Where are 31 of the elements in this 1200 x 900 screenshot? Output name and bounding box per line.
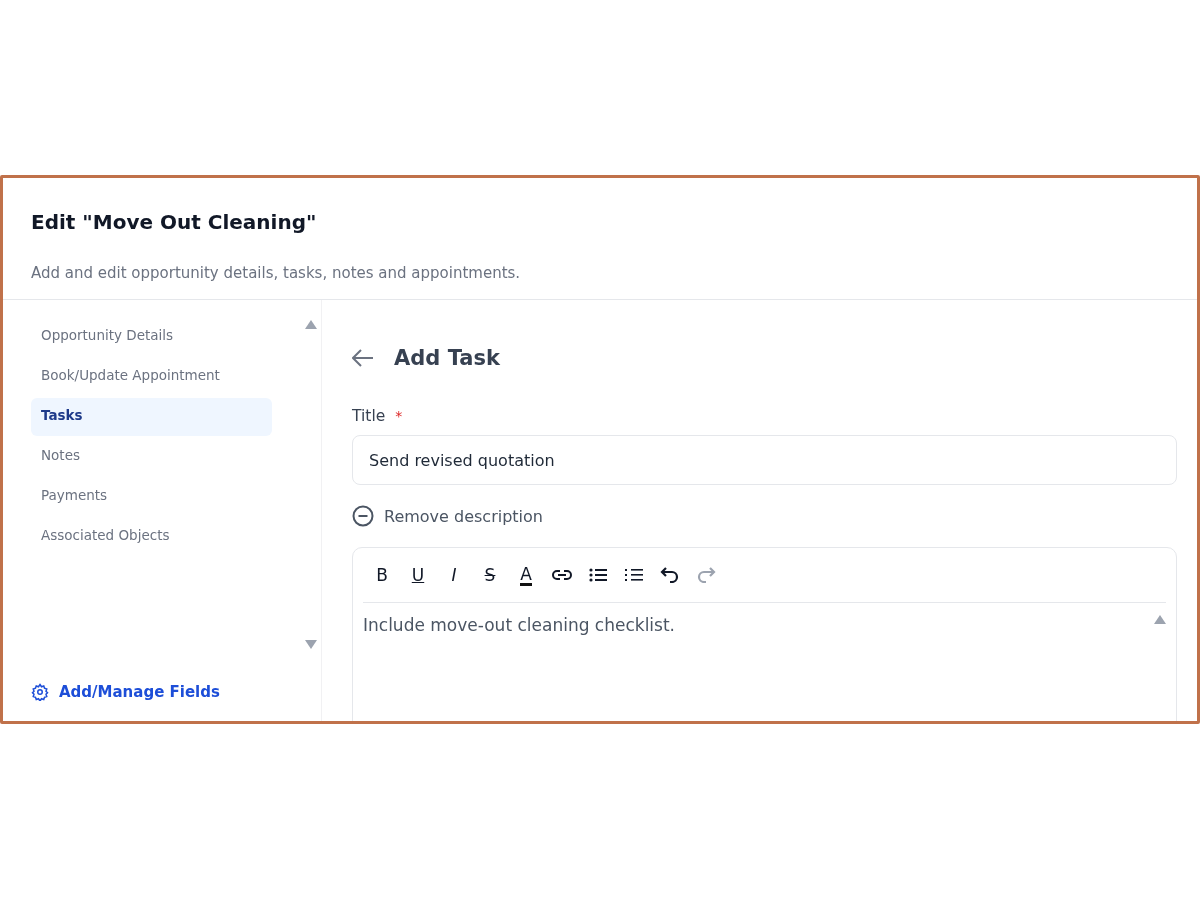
required-mark: * xyxy=(395,408,403,424)
numbered-list-icon xyxy=(625,568,643,582)
scroll-down-icon[interactable] xyxy=(305,640,317,649)
bold-button[interactable]: B xyxy=(367,561,397,589)
sidebar-item[interactable]: Associated Objects xyxy=(31,518,272,556)
description-text: Include move-out cleaning checklist. xyxy=(363,615,676,635)
redo-icon xyxy=(696,567,716,583)
description-editor[interactable]: B U I S A Include move-out cleaning checklist. xyxy=(352,547,1177,721)
remove-description-button[interactable]: Remove description xyxy=(352,505,543,527)
minus-circle-icon xyxy=(352,505,374,527)
sidebar-item[interactable]: Payments xyxy=(31,478,272,516)
underline-button[interactable]: U xyxy=(403,561,433,589)
back-arrow-icon[interactable] xyxy=(352,349,374,367)
sidebar-item[interactable]: Notes xyxy=(31,438,272,476)
italic-button[interactable]: I xyxy=(439,561,469,589)
settings-icon xyxy=(31,683,49,701)
color-button[interactable]: A xyxy=(511,561,541,589)
sidebar-item[interactable]: Tasks xyxy=(31,398,272,436)
scroll-up-icon[interactable] xyxy=(305,320,317,329)
dialog-subtitle: Add and edit opportunity details, tasks, notes and appointments. xyxy=(31,264,522,282)
sidebar-item[interactable]: Opportunity Details xyxy=(31,318,272,356)
bullet-list-icon xyxy=(589,568,607,582)
undo-icon xyxy=(660,567,680,583)
panel-heading: Add Task xyxy=(394,346,500,370)
field-label: Title xyxy=(352,407,386,425)
dialog-title: Edit "Move Out Cleaning" xyxy=(31,210,318,234)
link-icon xyxy=(552,569,572,581)
sidebar-item[interactable]: Book/Update Appointment xyxy=(31,358,272,396)
strike-button[interactable]: S xyxy=(475,561,505,589)
title-input[interactable]: Send revised quotation xyxy=(352,435,1177,485)
scroll-up-icon[interactable] xyxy=(1154,615,1166,624)
